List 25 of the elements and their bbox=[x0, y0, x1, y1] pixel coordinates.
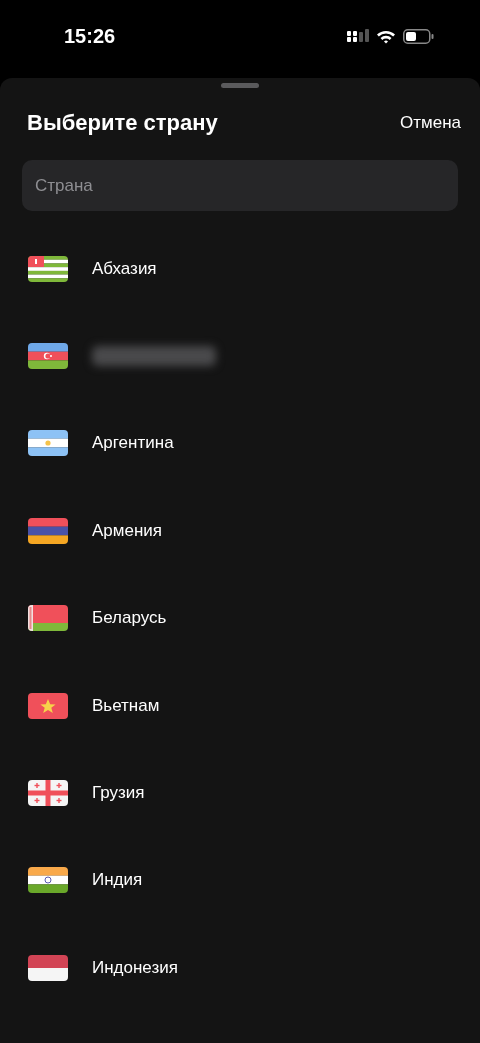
sheet-title: Выберите страну bbox=[27, 110, 218, 136]
flag-icon bbox=[28, 517, 68, 544]
flag-icon bbox=[28, 343, 68, 370]
country-name[interactable]: Аргентина bbox=[92, 433, 174, 454]
cancel-button[interactable]: Отмена bbox=[400, 113, 461, 133]
country-name[interactable]: Вьетнам bbox=[92, 695, 160, 716]
battery-icon bbox=[403, 28, 434, 44]
flag-icon bbox=[28, 430, 68, 457]
country-name[interactable]: Армения bbox=[92, 520, 163, 541]
country-name[interactable]: Абхазия bbox=[92, 258, 157, 279]
flag-icon bbox=[28, 954, 68, 981]
flag-icon bbox=[28, 867, 68, 894]
country-name[interactable]: Индонезия bbox=[92, 957, 178, 978]
country-name[interactable]: Беларусь bbox=[92, 608, 167, 629]
flag-icon bbox=[28, 605, 68, 632]
search-field[interactable]: Страна bbox=[22, 160, 458, 211]
country-name[interactable]: Грузия bbox=[92, 783, 145, 804]
flag-icon bbox=[28, 692, 68, 719]
wifi-icon bbox=[376, 28, 396, 44]
sheet-grabber[interactable] bbox=[221, 83, 259, 88]
flag-icon bbox=[28, 255, 68, 282]
country-name[interactable]: Индия bbox=[92, 870, 143, 891]
flag-icon bbox=[28, 780, 68, 807]
status-time: 15:26 bbox=[64, 24, 116, 48]
signal-icon bbox=[347, 29, 369, 43]
